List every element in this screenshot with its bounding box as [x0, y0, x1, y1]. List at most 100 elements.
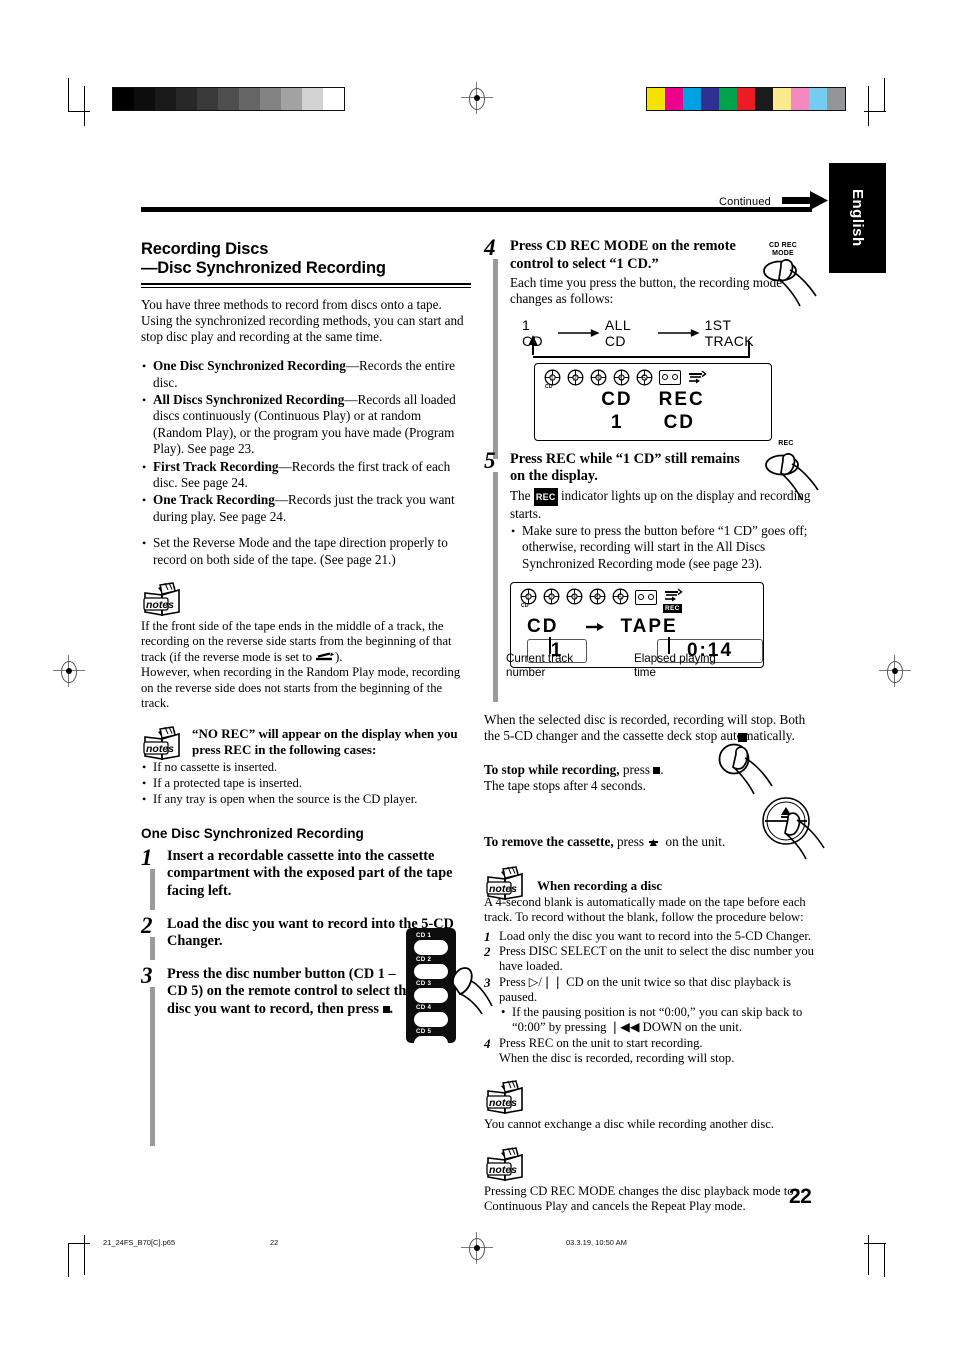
mini-step-number: 1	[484, 928, 491, 944]
lcd-text-line1: CD REC	[535, 389, 771, 411]
lcd-target-label: TAPE	[620, 615, 678, 637]
crop-mark-br2-v	[868, 1235, 870, 1275]
disc-indicator-1: 1 CD	[544, 369, 561, 390]
svg-text:2: 2	[549, 594, 553, 601]
color-swatch-7	[773, 88, 791, 110]
remove-cassette-rest-a: press	[616, 833, 645, 849]
disc-indicator-5: 5	[612, 588, 629, 605]
svg-text:4: 4	[619, 375, 623, 382]
method-term: One Track Recording	[153, 492, 275, 508]
notes-1-part2: ).	[335, 649, 343, 664]
cd-rec-mode-button-label: CD REC MODE	[760, 242, 806, 257]
remote-button-cd2[interactable]	[414, 964, 448, 979]
eject-button-illustration[interactable]	[752, 795, 830, 865]
cycle-loopback-arrow-icon	[528, 334, 750, 358]
lcd-line1-right: REC	[658, 388, 705, 410]
remote-button-label-cd1: CD 1	[416, 932, 432, 939]
notes-1-text: If the front side of the tape ends in th…	[141, 619, 471, 711]
callout-track-line1: Current track	[506, 652, 574, 665]
grayscale-calibration-bar	[112, 87, 345, 111]
step-rule	[150, 936, 155, 960]
svg-text:3: 3	[596, 375, 600, 382]
disc-indicator-3: 3	[566, 588, 583, 605]
remote-button-label-cd4: CD 4	[416, 1004, 432, 1011]
remove-cassette-heading: To remove the cassette,	[484, 833, 614, 849]
color-swatch-0	[647, 88, 665, 110]
rec-button-illustration[interactable]	[762, 452, 822, 504]
color-swatch-5	[737, 88, 755, 110]
grayscale-swatch-6	[239, 88, 260, 110]
cd-rec-mode-button-illustration[interactable]	[760, 258, 820, 310]
remote-button-cd5[interactable]	[414, 1036, 448, 1051]
crop-mark-tr-v	[884, 78, 886, 112]
step-5-number: 5	[484, 447, 496, 473]
crop-mark-tl-h	[68, 111, 90, 113]
notes-2-heading: “NO REC” will appear on the display when…	[192, 725, 458, 757]
remote-button-label-cd3: CD 3	[416, 980, 432, 987]
notes-block-4: notes You cannot exchange a disc while r…	[484, 1080, 814, 1132]
reverse-mode-icon	[665, 588, 683, 602]
method-term: All Discs Synchronized Recording	[153, 392, 345, 408]
list-item: 2 Press DISC SELECT on the unit to selec…	[484, 944, 814, 975]
grayscale-swatch-8	[281, 88, 302, 110]
remote-button-cd4[interactable]	[414, 1012, 448, 1027]
page-title: Recording Discs —Disc Synchronized Recor…	[141, 240, 471, 278]
stop-button-illustration[interactable]	[712, 742, 784, 798]
notes-icon: notes	[143, 582, 180, 617]
svg-text:notes: notes	[489, 1164, 517, 1176]
svg-text:3: 3	[572, 594, 576, 601]
mini-step-number: 3	[484, 974, 491, 990]
step-1: 1 Insert a recordable cassette into the …	[141, 845, 471, 910]
callout-current-track: Current track number	[506, 652, 573, 680]
remote-button-cd3[interactable]	[414, 988, 448, 1003]
footer-page-marker: 22	[270, 1238, 279, 1247]
color-calibration-bar	[646, 87, 846, 111]
remote-button-cd1[interactable]	[414, 940, 448, 955]
registration-mark-left	[53, 655, 85, 687]
mini-step-text: Load only the disc you want to record in…	[499, 928, 811, 943]
step-rule	[493, 259, 498, 459]
step-3-number: 3	[141, 962, 153, 988]
svg-text:1: 1	[526, 594, 530, 601]
step-3-heading-text: Press the disc number button (CD 1 – CD …	[167, 965, 413, 1017]
color-swatch-3	[701, 88, 719, 110]
lcd-line1-left: CD	[601, 388, 633, 410]
color-swatch-10	[827, 88, 845, 110]
notes-2-list: If no cassette is inserted. If a protect…	[141, 760, 471, 809]
list-item: 1 Load only the disc you want to record …	[484, 929, 814, 944]
step-5-body-a: The	[510, 487, 531, 503]
lcd-line2-right: CD	[663, 411, 696, 433]
reverse-mode-icon	[689, 370, 707, 384]
notes-icon: notes	[486, 865, 523, 900]
disc-indicator-4: 4	[589, 588, 606, 605]
grayscale-swatch-7	[260, 88, 281, 110]
grayscale-swatch-2	[155, 88, 176, 110]
after-recording-text: When the selected disc is recorded, reco…	[484, 711, 806, 743]
method-term: One Disc Synchronized Recording	[153, 358, 346, 374]
lcd-source-target-row: CD TAPE	[511, 616, 763, 638]
footer-filename: 21_24FS_B70[C].p65	[103, 1238, 176, 1247]
svg-text:2: 2	[573, 375, 577, 382]
step-rule	[150, 986, 155, 1146]
rec-indicator-badge: REC	[533, 487, 558, 506]
color-swatch-8	[791, 88, 809, 110]
list-item: One Track Recording—Records just the tra…	[141, 492, 471, 525]
lcd-indicator-row: 1 CD 2	[511, 583, 763, 613]
notes-3-procedure: 1 Load only the disc you want to record …	[484, 929, 814, 1067]
svg-text:notes: notes	[146, 743, 174, 755]
list-item: 3 Press ▷/❘❘ CD on the unit twice so tha…	[484, 975, 814, 1036]
grayscale-swatch-10	[323, 88, 344, 110]
lcd-cd-label: CD	[545, 383, 553, 390]
cassette-icon	[659, 369, 681, 385]
crop-mark-bl-v	[68, 1243, 70, 1277]
lcd-rec-indicator: REC	[663, 603, 682, 613]
color-swatch-6	[755, 88, 773, 110]
notes-3-heading: When recording a disc	[537, 877, 663, 893]
svg-text:notes: notes	[489, 1097, 517, 1109]
disc-indicator-1: 1 CD	[520, 588, 537, 609]
list-item: If no cassette is inserted.	[141, 760, 471, 776]
disc-indicator-2: 2	[567, 369, 584, 386]
crop-mark-tr2-v	[868, 86, 870, 126]
svg-text:5: 5	[618, 594, 622, 601]
grayscale-swatch-3	[176, 88, 197, 110]
